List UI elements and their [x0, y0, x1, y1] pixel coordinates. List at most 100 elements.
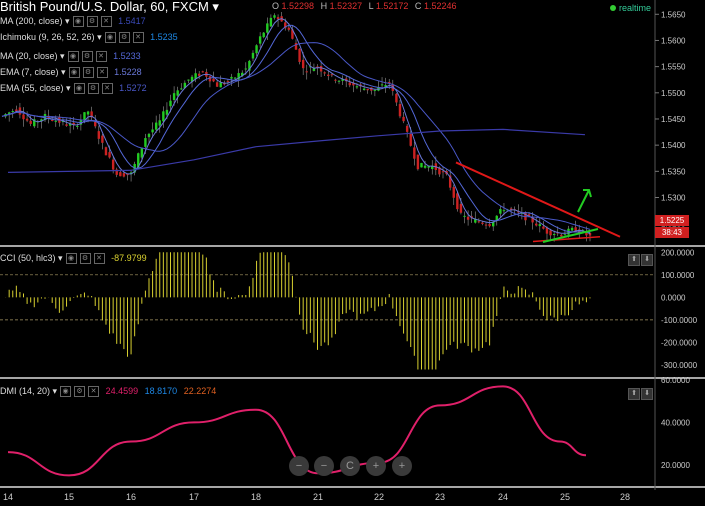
- settings-icon[interactable]: ⚙: [86, 16, 98, 28]
- eye-icon[interactable]: ◉: [104, 32, 116, 44]
- x-tick-label: 22: [374, 492, 384, 502]
- candle-body: [395, 93, 398, 103]
- candle-body: [488, 224, 491, 227]
- cci-tick-label: -300.0000: [661, 361, 698, 370]
- candle-body: [405, 125, 409, 132]
- candle-body: [334, 79, 337, 81]
- main-price-pane: [1, 11, 621, 243]
- close-icon[interactable]: ✕: [93, 253, 105, 265]
- candle-body: [172, 93, 176, 100]
- cci-tick-label: 100.0000: [661, 271, 695, 280]
- candle-body: [22, 114, 25, 120]
- candle-body: [502, 210, 506, 212]
- candle-body: [25, 118, 29, 121]
- candle-body: [542, 226, 545, 229]
- candle-body: [563, 234, 567, 236]
- symbol-text[interactable]: British Pound/U.S. Dollar, 60, FXCM: [0, 0, 209, 14]
- candle-body: [330, 74, 334, 76]
- candle-body: [111, 159, 115, 170]
- settings-icon[interactable]: ⚙: [79, 253, 91, 265]
- candle-body: [441, 171, 445, 173]
- pane-up-button[interactable]: ⬆: [628, 388, 640, 400]
- dmi-value-3: 22.2274: [183, 386, 217, 396]
- ohlc-o-key: O: [272, 1, 280, 11]
- settings-icon[interactable]: ⚙: [81, 51, 93, 63]
- candle-body: [398, 104, 402, 117]
- x-tick-label: 15: [64, 492, 74, 502]
- eye-icon[interactable]: ◉: [67, 51, 79, 63]
- zoom-in-icon[interactable]: +: [392, 456, 412, 476]
- candle-body: [409, 133, 412, 146]
- candle-body: [273, 15, 276, 18]
- eye-icon[interactable]: ◉: [68, 67, 80, 79]
- countdown-tag: 38:43: [655, 227, 689, 238]
- candle-body: [119, 172, 122, 177]
- candle-body: [54, 120, 57, 122]
- settings-icon[interactable]: ⚙: [82, 67, 94, 79]
- candle-body: [323, 72, 326, 74]
- candle-body: [477, 221, 481, 223]
- scroll-left-icon[interactable]: −: [314, 456, 334, 476]
- candle-body: [94, 121, 97, 127]
- settings-icon[interactable]: ⚙: [118, 32, 130, 44]
- candle-body: [301, 59, 305, 69]
- candle-body: [76, 125, 79, 127]
- candle-body: [122, 173, 126, 177]
- candle-body: [570, 227, 574, 231]
- dmi-tick-label: 60.0000: [661, 376, 690, 385]
- study-ichimoku[interactable]: Ichimoku (9, 26, 52, 26) ▾ ◉ ⚙ ✕ 1.5235: [0, 30, 178, 44]
- close-icon[interactable]: ✕: [88, 386, 100, 398]
- candle-body: [144, 138, 147, 147]
- candle-body: [276, 17, 280, 20]
- ma200-line: [7, 128, 586, 173]
- candle-body: [380, 84, 384, 86]
- settings-icon[interactable]: ⚙: [74, 386, 86, 398]
- symbol-title[interactable]: British Pound/U.S. Dollar, 60, FXCM ▾: [0, 0, 219, 14]
- scroll-right-icon[interactable]: +: [366, 456, 386, 476]
- price-tick-label: 1.5550: [661, 63, 686, 72]
- eye-icon[interactable]: ◉: [60, 386, 72, 398]
- candle-body: [158, 120, 161, 126]
- study-label: EMA (55, close): [0, 83, 64, 93]
- candle-body: [312, 68, 316, 71]
- candle-body: [165, 109, 169, 115]
- candle-body: [305, 71, 308, 73]
- ohlc-o-value: 1.52298: [281, 1, 315, 11]
- study-ma200[interactable]: MA (200, close) ▾ ◉ ⚙ ✕ 1.5417: [0, 14, 146, 28]
- candle-body: [355, 86, 359, 88]
- ohlc-l-key: L: [368, 1, 374, 11]
- pane-down-button[interactable]: ⬇: [641, 254, 653, 266]
- candle-body: [535, 223, 538, 226]
- close-icon[interactable]: ✕: [132, 32, 144, 44]
- pane-down-button[interactable]: ⬇: [641, 388, 653, 400]
- candle-body: [187, 79, 190, 81]
- close-icon[interactable]: ✕: [96, 67, 108, 79]
- dmi-header[interactable]: DMI (14, 20) ▾ ◉ ⚙ ✕ 24.4599 18.8170 22.227…: [0, 384, 216, 398]
- candle-body: [560, 234, 563, 237]
- study-ma20[interactable]: MA (20, close) ▾ ◉ ⚙ ✕ 1.5233: [0, 49, 141, 63]
- up-arrow-icon: [577, 189, 592, 213]
- candle-body: [226, 80, 230, 82]
- settings-icon[interactable]: ⚙: [87, 83, 99, 95]
- cci-header[interactable]: CCI (50, hlc3) ▾ ◉ ⚙ ✕ -87.9799: [0, 251, 147, 265]
- candle-body: [373, 89, 377, 91]
- zoom-out-icon[interactable]: −: [289, 456, 309, 476]
- close-icon[interactable]: ✕: [100, 16, 112, 28]
- reset-icon[interactable]: C: [340, 456, 360, 476]
- study-ema7[interactable]: EMA (7, close) ▾ ◉ ⚙ ✕ 1.5228: [0, 65, 142, 79]
- dmi-label: DMI (14, 20): [0, 386, 51, 396]
- candle-body: [151, 129, 154, 133]
- study-ema55[interactable]: EMA (55, close) ▾ ◉ ⚙ ✕ 1.5272: [0, 81, 147, 95]
- close-icon[interactable]: ✕: [101, 83, 113, 95]
- x-tick-label: 21: [313, 492, 323, 502]
- pane-up-button[interactable]: ⬆: [628, 254, 640, 266]
- eye-icon[interactable]: ◉: [65, 253, 77, 265]
- ohlc-h-value: 1.52327: [329, 1, 363, 11]
- candle-body: [420, 162, 423, 168]
- close-icon[interactable]: ✕: [95, 51, 107, 63]
- x-tick-label: 23: [435, 492, 445, 502]
- candle-body: [50, 119, 54, 121]
- cci-tick-label: 0.0000: [661, 293, 686, 302]
- eye-icon[interactable]: ◉: [72, 16, 84, 28]
- eye-icon[interactable]: ◉: [73, 83, 85, 95]
